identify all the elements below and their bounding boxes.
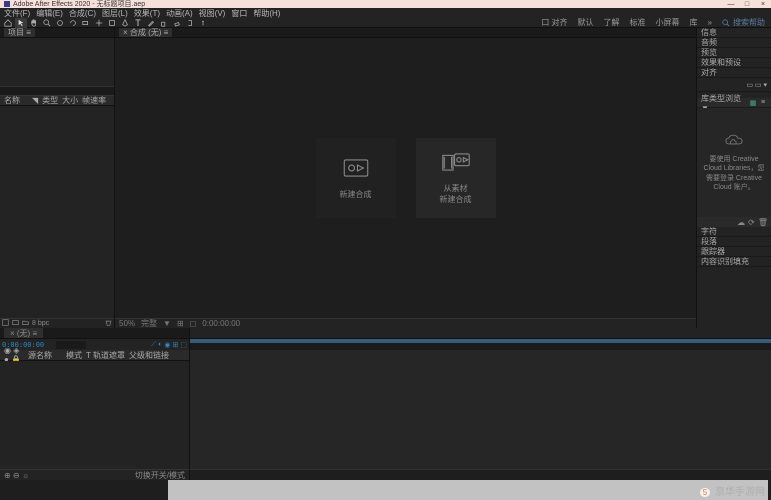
new-from-footage-card[interactable]: 从素材 新建合成 xyxy=(416,138,496,218)
snap-toggle[interactable]: 口 对齐 xyxy=(541,17,567,28)
bpc-label[interactable]: 8 bpc xyxy=(32,320,49,327)
orbit-tool[interactable] xyxy=(54,18,66,28)
workspace-standard[interactable]: 标准 xyxy=(630,17,646,28)
sync-icon[interactable]: ⟳ xyxy=(748,218,755,227)
watermark: 5 京华手游网 xyxy=(700,483,765,498)
app-icon xyxy=(4,1,10,7)
selection-tool[interactable] xyxy=(15,18,27,28)
time-display[interactable]: 0:00:00:00 xyxy=(202,319,240,328)
close-button[interactable]: × xyxy=(759,1,767,7)
grid-view-icon[interactable]: ▦ xyxy=(749,99,757,107)
timeline-search[interactable] xyxy=(56,341,86,349)
anchor-tool[interactable] xyxy=(93,18,105,28)
new-comp-icon xyxy=(341,157,371,179)
watermark-badge: 5 xyxy=(700,488,710,497)
rotate-tool[interactable] xyxy=(67,18,79,28)
composition-footer: 50% 完整 ▼ ⊞ ◻ 0:00:00:00 xyxy=(115,318,696,328)
search-help-label: 搜索帮助 xyxy=(733,17,765,28)
project-list[interactable] xyxy=(0,106,114,318)
project-columns: 名称 ◥ 类型 大小 帧速率 xyxy=(0,96,114,106)
workspace-lib[interactable]: 库 xyxy=(690,17,698,28)
overlay-bar xyxy=(168,480,768,500)
roto-tool[interactable] xyxy=(184,18,196,28)
col-type[interactable]: 类型 xyxy=(42,95,58,106)
zoom-tool[interactable] xyxy=(41,18,53,28)
camera-tool[interactable] xyxy=(80,18,92,28)
align-body: ▭ ▭ ▾ xyxy=(697,78,771,92)
toggle-switches[interactable]: 切换开关/模式 xyxy=(135,470,185,481)
timeline-tab[interactable]: × (无) ≡ xyxy=(4,328,43,338)
project-panel: 项目 ≡ 名称 ◥ 类型 大小 帧速率 8 bpc xyxy=(0,28,115,328)
rect-tool[interactable] xyxy=(106,18,118,28)
time-ruler[interactable] xyxy=(190,339,771,350)
grid-icon[interactable]: ⊞ xyxy=(177,319,184,328)
watermark-text: 京华手游网 xyxy=(715,487,765,498)
libraries-message: 要使用 Creative Cloud Libraries，您需要登录 Creat… xyxy=(701,155,767,191)
workspace-small[interactable]: 小屏幕 xyxy=(656,17,680,28)
project-tab[interactable]: 项目 ≡ xyxy=(4,28,35,37)
menu-window[interactable]: 窗口 xyxy=(231,8,247,19)
menu-help[interactable]: 帮助(H) xyxy=(253,8,280,19)
content-aware-panel[interactable]: 内容识别填充 xyxy=(697,257,771,267)
tool-bar: T 口 对齐 默认 了解 标准 小屏幕 库 » 搜索帮助 xyxy=(0,18,771,28)
puppet-tool[interactable] xyxy=(197,18,209,28)
project-preview-area xyxy=(0,38,114,86)
col-mode[interactable]: 模式 xyxy=(66,350,82,361)
zoom-level[interactable]: 50% xyxy=(119,319,135,328)
hand-tool[interactable] xyxy=(28,18,40,28)
col-source[interactable]: 源名称 xyxy=(28,350,52,361)
clone-tool[interactable] xyxy=(158,18,170,28)
col-size[interactable]: 大小 xyxy=(62,95,78,106)
align-panel[interactable]: 对齐 xyxy=(697,68,771,78)
motion-blur-toggle[interactable]: ◉ xyxy=(164,341,170,349)
text-tool[interactable]: T xyxy=(132,18,144,28)
minimize-button[interactable]: — xyxy=(727,1,735,7)
composition-tab[interactable]: × 合成 (无) ≡ xyxy=(119,28,172,37)
cloud-icon xyxy=(723,133,745,149)
col-matte[interactable]: T 轨道遮罩 xyxy=(86,350,125,361)
maximize-button[interactable]: □ xyxy=(743,1,751,7)
libraries-body: 要使用 Creative Cloud Libraries，您需要登录 Creat… xyxy=(697,108,771,217)
right-panels: 信息 音频 预览 效果和预设 对齐 ▭ ▭ ▾ 库类型浏览 ▼ ▦≡ 要使用 C… xyxy=(696,28,771,328)
col-name[interactable]: 名称 xyxy=(4,95,20,106)
new-composition-card[interactable]: 新建合成 xyxy=(316,138,396,218)
footage-label-1: 从素材 xyxy=(440,183,472,194)
eraser-tool[interactable] xyxy=(171,18,183,28)
trash-icon[interactable]: 🗑 xyxy=(758,218,768,227)
home-tool[interactable] xyxy=(2,18,14,28)
shy-toggle[interactable]: ⟋ xyxy=(151,341,156,349)
frame-blend-toggle[interactable]: ◐ xyxy=(158,341,162,349)
new-comp-label: 新建合成 xyxy=(340,189,372,200)
list-view-icon[interactable]: ≡ xyxy=(759,99,767,107)
col-parent[interactable]: 父级和链接 xyxy=(129,350,169,361)
footage-label-2: 新建合成 xyxy=(440,194,472,205)
timeline-tracks[interactable] xyxy=(190,350,771,469)
libraries-header[interactable]: 库类型浏览 ▼ ▦≡ xyxy=(697,98,771,108)
mask-icon[interactable]: ◻ xyxy=(190,319,197,328)
timeline-footer-icons[interactable]: ⊕ ⊖ ☼ xyxy=(4,471,29,480)
project-footer: 8 bpc xyxy=(0,318,114,328)
col-fps[interactable]: 帧速率 xyxy=(82,95,106,106)
draft-toggle[interactable]: ⬚ xyxy=(180,341,187,349)
workspace-learn[interactable]: 了解 xyxy=(604,17,620,28)
workspace-more[interactable]: » xyxy=(708,18,712,27)
search-help[interactable]: 搜索帮助 xyxy=(722,17,765,28)
composition-panel: × 合成 (无) ≡ 新建合成 从素材 新建合成 50% 完整 ▼ ⊞ ◻ 0:… xyxy=(115,28,696,328)
timeline-panel: × (无) ≡ 0:00:00:00 ⟋ ◐ ◉ ⊞ ⬚ ◉ ◈ ● 🔒 源名称… xyxy=(0,328,771,480)
timeline-columns: ◉ ◈ ● 🔒 源名称 模式 T 轨道遮罩 父级和链接 xyxy=(0,350,189,361)
timeline-layer-list[interactable] xyxy=(0,361,189,469)
resolution[interactable]: 完整 xyxy=(141,318,157,329)
timeline-scrollbar[interactable] xyxy=(190,469,771,480)
brush-tool[interactable] xyxy=(145,18,157,28)
graph-toggle[interactable]: ⊞ xyxy=(173,341,179,349)
timeline-controls: 0:00:00:00 ⟋ ◐ ◉ ⊞ ⬚ xyxy=(0,339,189,350)
footage-icon xyxy=(441,151,471,173)
workspace-default[interactable]: 默认 xyxy=(578,17,594,28)
cloud-status-icon[interactable]: ☁ xyxy=(737,218,745,227)
pen-tool[interactable] xyxy=(119,18,131,28)
